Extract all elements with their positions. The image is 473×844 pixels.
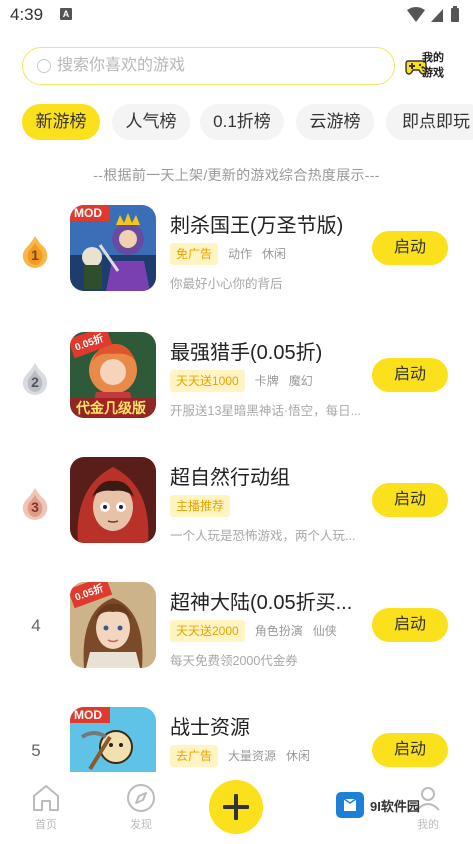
game-description: 每天免费领2000代金券 (170, 654, 298, 668)
launch-button[interactable]: 启动 (372, 358, 448, 392)
status-bar: 4:39 A (0, 0, 473, 30)
game-row[interactable]: 3 超自然行动组 主播推荐 一个人玩是恐怖游戏，两个人玩... 启动 (0, 457, 473, 567)
search-input[interactable] (57, 56, 377, 76)
watermark: 9I软件园 (334, 790, 424, 822)
category-tabs: 新游榜 人气榜 0.1折榜 云游榜 即点即玩 (0, 104, 473, 142)
highlight-tag: 天天送2000 (170, 620, 245, 642)
game-row[interactable]: 2 0.05折 代金几级版 最强猎手(0.05折) 天天送1000 卡牌 魔幻 开服… (0, 332, 473, 442)
search-icon (37, 59, 51, 73)
nav-discover-label: 发现 (130, 819, 152, 831)
rank-number: 2 (31, 374, 39, 390)
nav-discover[interactable]: 发现 (111, 782, 171, 832)
game-tags: 主播推荐 (170, 495, 231, 517)
genre-tag: 大量资源 (228, 749, 277, 763)
plus-icon (223, 794, 249, 820)
game-tags: 去广告 大量资源 休闲 (170, 745, 310, 767)
compass-icon (127, 784, 155, 812)
game-title[interactable]: 超自然行动组 (170, 461, 360, 490)
cover-overlay-text: 代金几级版 (76, 400, 146, 416)
my-games-label-line1: 我的 (422, 52, 444, 64)
genre-tag: 角色扮演 (254, 624, 303, 638)
game-title[interactable]: 超神大陆(0.05折买... (170, 586, 360, 615)
tab-popular[interactable]: 人气榜 (112, 104, 190, 140)
launch-button[interactable]: 启动 (372, 231, 448, 265)
rank-number: 4 (31, 616, 41, 635)
status-time: 4:39 (10, 5, 44, 24)
highlight-tag: 免广告 (170, 243, 219, 265)
tab-new-games[interactable]: 新游榜 (22, 104, 100, 140)
tab-cloud[interactable]: 云游榜 (296, 104, 374, 140)
my-games-label-line2: 游戏 (422, 67, 444, 79)
highlight-tag: 主播推荐 (170, 495, 231, 517)
game-row[interactable]: 1 MOD 刺杀国王(万圣节版) 免广告 动作 休闲 你最好小心你的背后 启动 (0, 205, 473, 315)
search-row: 我的 游戏 (0, 44, 473, 88)
game-tags: 天天送1000 卡牌 魔幻 (170, 370, 313, 392)
rank-number: 3 (31, 499, 39, 515)
tab-instant-play[interactable]: 即点即玩 (386, 104, 473, 140)
status-icons (407, 6, 459, 22)
rank-number: 1 (31, 247, 39, 263)
my-games-label: 我的 游戏 (422, 51, 456, 81)
game-title[interactable]: 刺杀国王(万圣节版) (170, 209, 360, 238)
watermark-text: 9I软件园 (370, 799, 420, 814)
home-icon (33, 785, 59, 811)
highlight-tag: 天天送1000 (170, 370, 245, 392)
game-cover-image (70, 457, 156, 543)
game-description: 你最好小心你的背后 (170, 277, 283, 291)
tab-discount[interactable]: 0.1折榜 (200, 104, 284, 140)
rank-badge: 2 (22, 362, 48, 396)
game-title[interactable]: 战士资源 (170, 711, 360, 740)
game-row[interactable]: 4 0.05折 超神大陆(0.05折买... 天天送2000 角色扮演 仙侠 每天免… (0, 582, 473, 692)
game-title[interactable]: 最强猎手(0.05折) (170, 336, 360, 365)
genre-tag: 卡牌 (254, 374, 279, 388)
highlight-tag: 去广告 (170, 745, 219, 767)
launch-button[interactable]: 启动 (372, 733, 448, 767)
nav-home-label: 首页 (35, 819, 57, 831)
game-thumbnail[interactable]: MOD (70, 707, 156, 772)
genre-tag: 魔幻 (288, 374, 313, 388)
rank-badge: 3 (22, 487, 48, 521)
game-tags: 天天送2000 角色扮演 仙侠 (170, 620, 337, 642)
my-games-button[interactable]: 我的 游戏 (404, 49, 454, 85)
game-tags: 免广告 动作 休闲 (170, 243, 286, 265)
game-description: 一个人玩是恐怖游戏，两个人玩... (170, 529, 356, 543)
rank-number: 5 (31, 741, 41, 760)
bottom-nav: 首页 发现 我的 9I软件园 (0, 772, 473, 844)
watermark-logo (336, 792, 364, 818)
game-thumbnail[interactable]: 0.05折 代金几级版 (70, 332, 156, 418)
search-box[interactable] (22, 47, 395, 85)
game-description: 开服送13星暗黑神话·悟空，每日... (170, 404, 361, 418)
mod-badge: MOD (74, 206, 102, 220)
genre-tag: 仙侠 (312, 624, 337, 638)
game-thumbnail[interactable]: 0.05折 (70, 582, 156, 668)
game-thumbnail[interactable] (70, 457, 156, 543)
launch-button[interactable]: 启动 (372, 608, 448, 642)
genre-tag: 休闲 (262, 247, 287, 261)
nav-home[interactable]: 首页 (16, 782, 76, 832)
add-button[interactable] (209, 780, 263, 834)
game-thumbnail[interactable]: MOD (70, 205, 156, 291)
ranking-hint: --根据前一天上架/更新的游戏综合热度展示--- (93, 167, 380, 183)
game-row[interactable]: 5 MOD 战士资源 去广告 大量资源 休闲 启动 (0, 707, 473, 772)
launch-button[interactable]: 启动 (372, 483, 448, 517)
genre-tag: 动作 (228, 247, 253, 261)
notification-icon: A (60, 8, 72, 20)
mod-badge: MOD (74, 708, 102, 722)
genre-tag: 休闲 (286, 749, 311, 763)
rank-badge: 1 (22, 235, 48, 269)
